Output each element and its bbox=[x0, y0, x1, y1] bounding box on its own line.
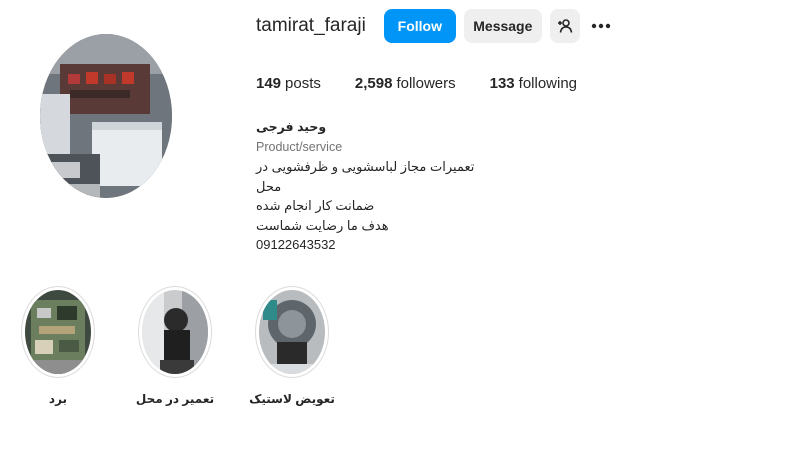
follow-button[interactable]: Follow bbox=[383, 9, 456, 43]
following-count: 133 bbox=[489, 75, 515, 92]
following-stat[interactable]: 133 following bbox=[490, 75, 577, 92]
avatar-photo bbox=[40, 34, 172, 198]
profile-header: tamirat_faraji Follow Message bbox=[256, 8, 612, 44]
highlight-label: تعمیر در محل bbox=[135, 392, 215, 406]
story-highlight[interactable]: برد bbox=[8, 286, 108, 406]
highlight-cover bbox=[259, 290, 325, 374]
story-highlight[interactable]: تعویض لاستیک bbox=[242, 286, 342, 406]
profile-bio: وحید فرجی Product/service تعمیرات مجاز ل… bbox=[256, 118, 496, 255]
highlight-cover-ring bbox=[138, 286, 212, 378]
more-options-icon[interactable] bbox=[590, 15, 612, 37]
highlight-cover bbox=[25, 290, 91, 374]
suggested-users-button[interactable] bbox=[549, 9, 580, 43]
highlight-label: تعویض لاستیک bbox=[249, 392, 335, 406]
highlight-cover-ring bbox=[21, 286, 95, 378]
followers-count: 2,598 bbox=[354, 75, 393, 92]
more-dots-icon bbox=[591, 23, 611, 29]
bio-line: تعمیرات مجاز لباسشویی و ظرفشویی در محل bbox=[256, 159, 475, 194]
story-highlight[interactable]: تعمیر در محل bbox=[125, 286, 225, 406]
followers-stat[interactable]: 2,598 followers bbox=[355, 75, 456, 92]
profile-stats: 149 posts 2,598 followers 133 following bbox=[256, 75, 611, 92]
person-plus-icon bbox=[557, 19, 573, 33]
following-label: following bbox=[518, 75, 578, 92]
posts-count: 149 bbox=[256, 75, 282, 92]
highlight-cover-ring bbox=[255, 286, 329, 378]
category-label: Product/service bbox=[256, 139, 343, 154]
username: tamirat_faraji bbox=[256, 15, 366, 36]
bio-line: ضمانت کار انجام شده bbox=[256, 198, 375, 213]
bio-line: هدف ما رضایت شماست bbox=[256, 217, 389, 233]
full-name: وحید فرجی bbox=[256, 120, 327, 134]
posts-stat: 149 posts bbox=[256, 75, 321, 92]
highlight-cover bbox=[142, 290, 208, 374]
profile-avatar[interactable] bbox=[40, 34, 172, 198]
message-button[interactable]: Message bbox=[463, 9, 542, 43]
profile-page: tamirat_faraji Follow Message 149 posts bbox=[0, 0, 800, 450]
followers-label: followers bbox=[396, 75, 456, 92]
highlight-label: برد bbox=[48, 392, 68, 406]
phone-number: 09122643532 bbox=[256, 237, 336, 252]
posts-label: posts bbox=[285, 75, 321, 92]
